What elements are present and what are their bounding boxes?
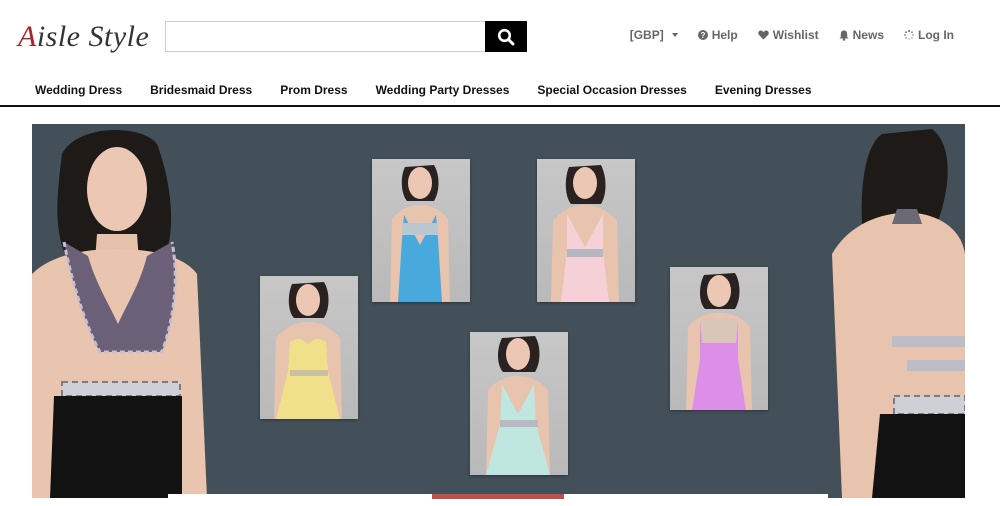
nav-wedding-party-dresses[interactable]: Wedding Party Dresses [362,76,524,105]
currency-selector[interactable]: [GBP] [630,28,678,42]
hero-model-left [32,130,207,498]
nav-special-occasion-dresses[interactable]: Special Occasion Dresses [523,76,700,105]
logo[interactable]: Aisle Style [18,20,149,54]
search-icon [497,28,515,45]
help-label: Help [711,28,738,42]
utility-menu: [GBP] ? Help Wishlist News Log In [630,28,954,42]
login-label: Log In [918,28,954,42]
currency-label: [GBP] [629,28,664,42]
slider-indicator-active[interactable] [432,494,564,499]
nav-evening-dresses[interactable]: Evening Dresses [701,76,826,105]
svg-text:?: ? [700,31,705,40]
hero-model-right [832,129,965,498]
caret-down-icon [671,33,678,37]
site-header: Aisle Style [GBP] ? Help Wishlist News L… [0,0,1000,76]
main-nav: Wedding Dress Bridesmaid Dress Prom Dres… [0,76,1000,107]
product-photo-pink-dress[interactable] [537,159,635,302]
spinner-icon [904,30,914,40]
news-link[interactable]: News [839,28,884,42]
wishlist-link[interactable]: Wishlist [758,28,819,42]
product-photo-yellow-dress[interactable] [260,276,358,419]
nav-bridesmaid-dress[interactable]: Bridesmaid Dress [136,76,266,105]
search-input[interactable] [165,21,485,52]
nav-prom-dress[interactable]: Prom Dress [266,76,361,105]
product-photo-lilac-dress[interactable] [670,267,768,410]
question-circle-icon: ? [697,30,708,40]
nav-wedding-dress[interactable]: Wedding Dress [21,76,136,105]
login-link[interactable]: Log In [904,28,954,42]
bell-icon [839,30,849,41]
product-photo-blue-dress[interactable] [372,159,470,302]
search-bar [165,21,527,52]
news-label: News [852,28,884,42]
search-button[interactable] [485,21,527,52]
heart-icon [758,30,769,40]
product-photo-mint-dress[interactable] [470,332,568,475]
help-link[interactable]: ? Help [697,28,738,42]
hero-banner[interactable] [32,124,965,498]
wishlist-label: Wishlist [772,28,819,42]
